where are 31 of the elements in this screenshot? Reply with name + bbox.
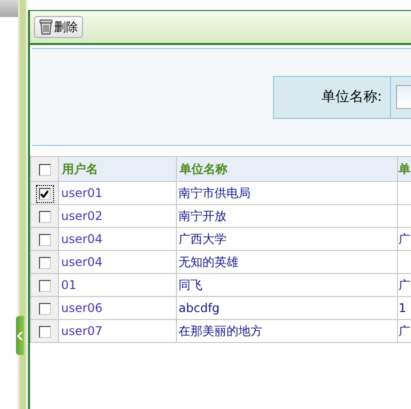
column-header: 单位名称 — [176, 156, 398, 182]
table-cell: user07 — [58, 320, 176, 342]
table-cell: 南宁开放 — [176, 204, 398, 228]
row-checkbox[interactable] — [38, 188, 51, 200]
table-cell: abcdfg — [176, 296, 398, 320]
row-checkbox[interactable] — [38, 302, 51, 315]
table-cell: 在那美丽的地方 — [176, 320, 398, 342]
column-header: 单 — [397, 156, 411, 182]
trash-icon — [39, 19, 53, 35]
table-cell: user04 — [58, 228, 176, 250]
table-cell: 同飞 — [176, 274, 398, 296]
unit-name-label: 单位名称: — [274, 76, 391, 118]
select-all-checkbox[interactable] — [38, 164, 51, 176]
table-cell: 无知的英雄 — [176, 250, 398, 274]
delete-button[interactable]: 删除 — [34, 16, 83, 38]
collapse-handle[interactable] — [16, 316, 24, 355]
row-checkbox[interactable] — [38, 256, 51, 269]
table-cell: 广西大学 — [176, 228, 398, 250]
column-header: 用户名 — [58, 156, 176, 182]
table-cell: user02 — [58, 204, 176, 228]
row-checkbox[interactable] — [38, 210, 51, 223]
row-checkbox[interactable] — [38, 234, 51, 246]
row-checkbox[interactable] — [38, 326, 51, 338]
table-cell: user06 — [58, 296, 176, 320]
table-cell: user01 — [58, 182, 176, 204]
unit-name-field[interactable] — [396, 85, 411, 109]
row-checkbox[interactable] — [38, 280, 51, 292]
table-cell: 01 — [58, 274, 176, 296]
table-cell: user04 — [58, 250, 176, 274]
table-cell: 南宁市供电局 — [176, 182, 398, 204]
sidebar-header — [0, 0, 18, 17]
